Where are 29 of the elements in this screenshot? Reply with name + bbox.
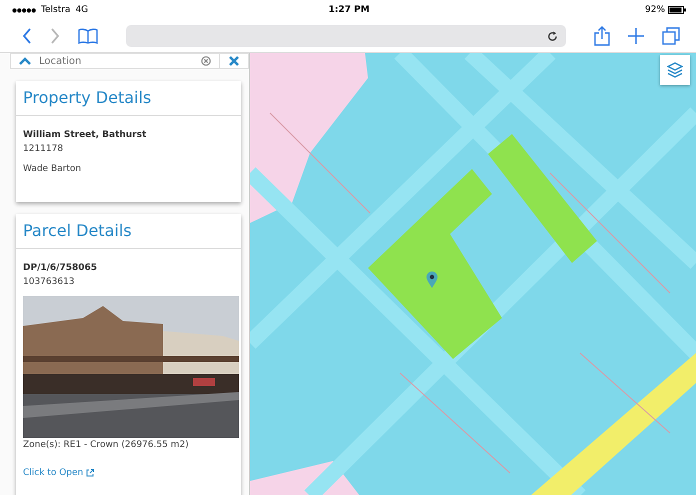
- share-button[interactable]: [592, 24, 612, 48]
- property-number: 1211178: [23, 143, 64, 156]
- external-link-icon: [86, 469, 94, 477]
- tabs-button[interactable]: [660, 25, 682, 47]
- map-pin-icon: [426, 271, 438, 289]
- clock-time: 1:27 PM: [328, 5, 370, 15]
- collapse-icon[interactable]: [19, 57, 31, 65]
- reload-icon[interactable]: [547, 30, 558, 42]
- card-title: Parcel Details: [16, 214, 241, 249]
- layers-button[interactable]: [660, 55, 690, 85]
- network-type: 4G: [75, 5, 88, 15]
- carrier-name: Telstra: [41, 5, 70, 15]
- zone-info: Zone(s): RE1 - Crown (26976.55 m2): [23, 439, 190, 452]
- bookmarks-button[interactable]: [76, 26, 100, 46]
- open-link[interactable]: Click to Open: [23, 468, 94, 478]
- layers-icon[interactable]: [667, 62, 683, 78]
- lot-plan: DP/1/6/758065: [23, 262, 98, 275]
- battery-percent: 92%: [645, 5, 666, 15]
- battery-icon: [668, 6, 686, 14]
- parcel-number: 103763613: [23, 276, 76, 289]
- new-tab-button[interactable]: [626, 26, 646, 46]
- close-icon[interactable]: [229, 56, 239, 66]
- address: William Street, Bathurst: [23, 129, 148, 142]
- owner-name: Wade Barton: [23, 163, 82, 176]
- signal-icon: [12, 8, 36, 12]
- location-field[interactable]: Location: [37, 54, 195, 68]
- clear-icon[interactable]: [201, 56, 211, 66]
- card-title: Property Details: [16, 81, 241, 116]
- location-search-bar[interactable]: Location: [10, 53, 249, 69]
